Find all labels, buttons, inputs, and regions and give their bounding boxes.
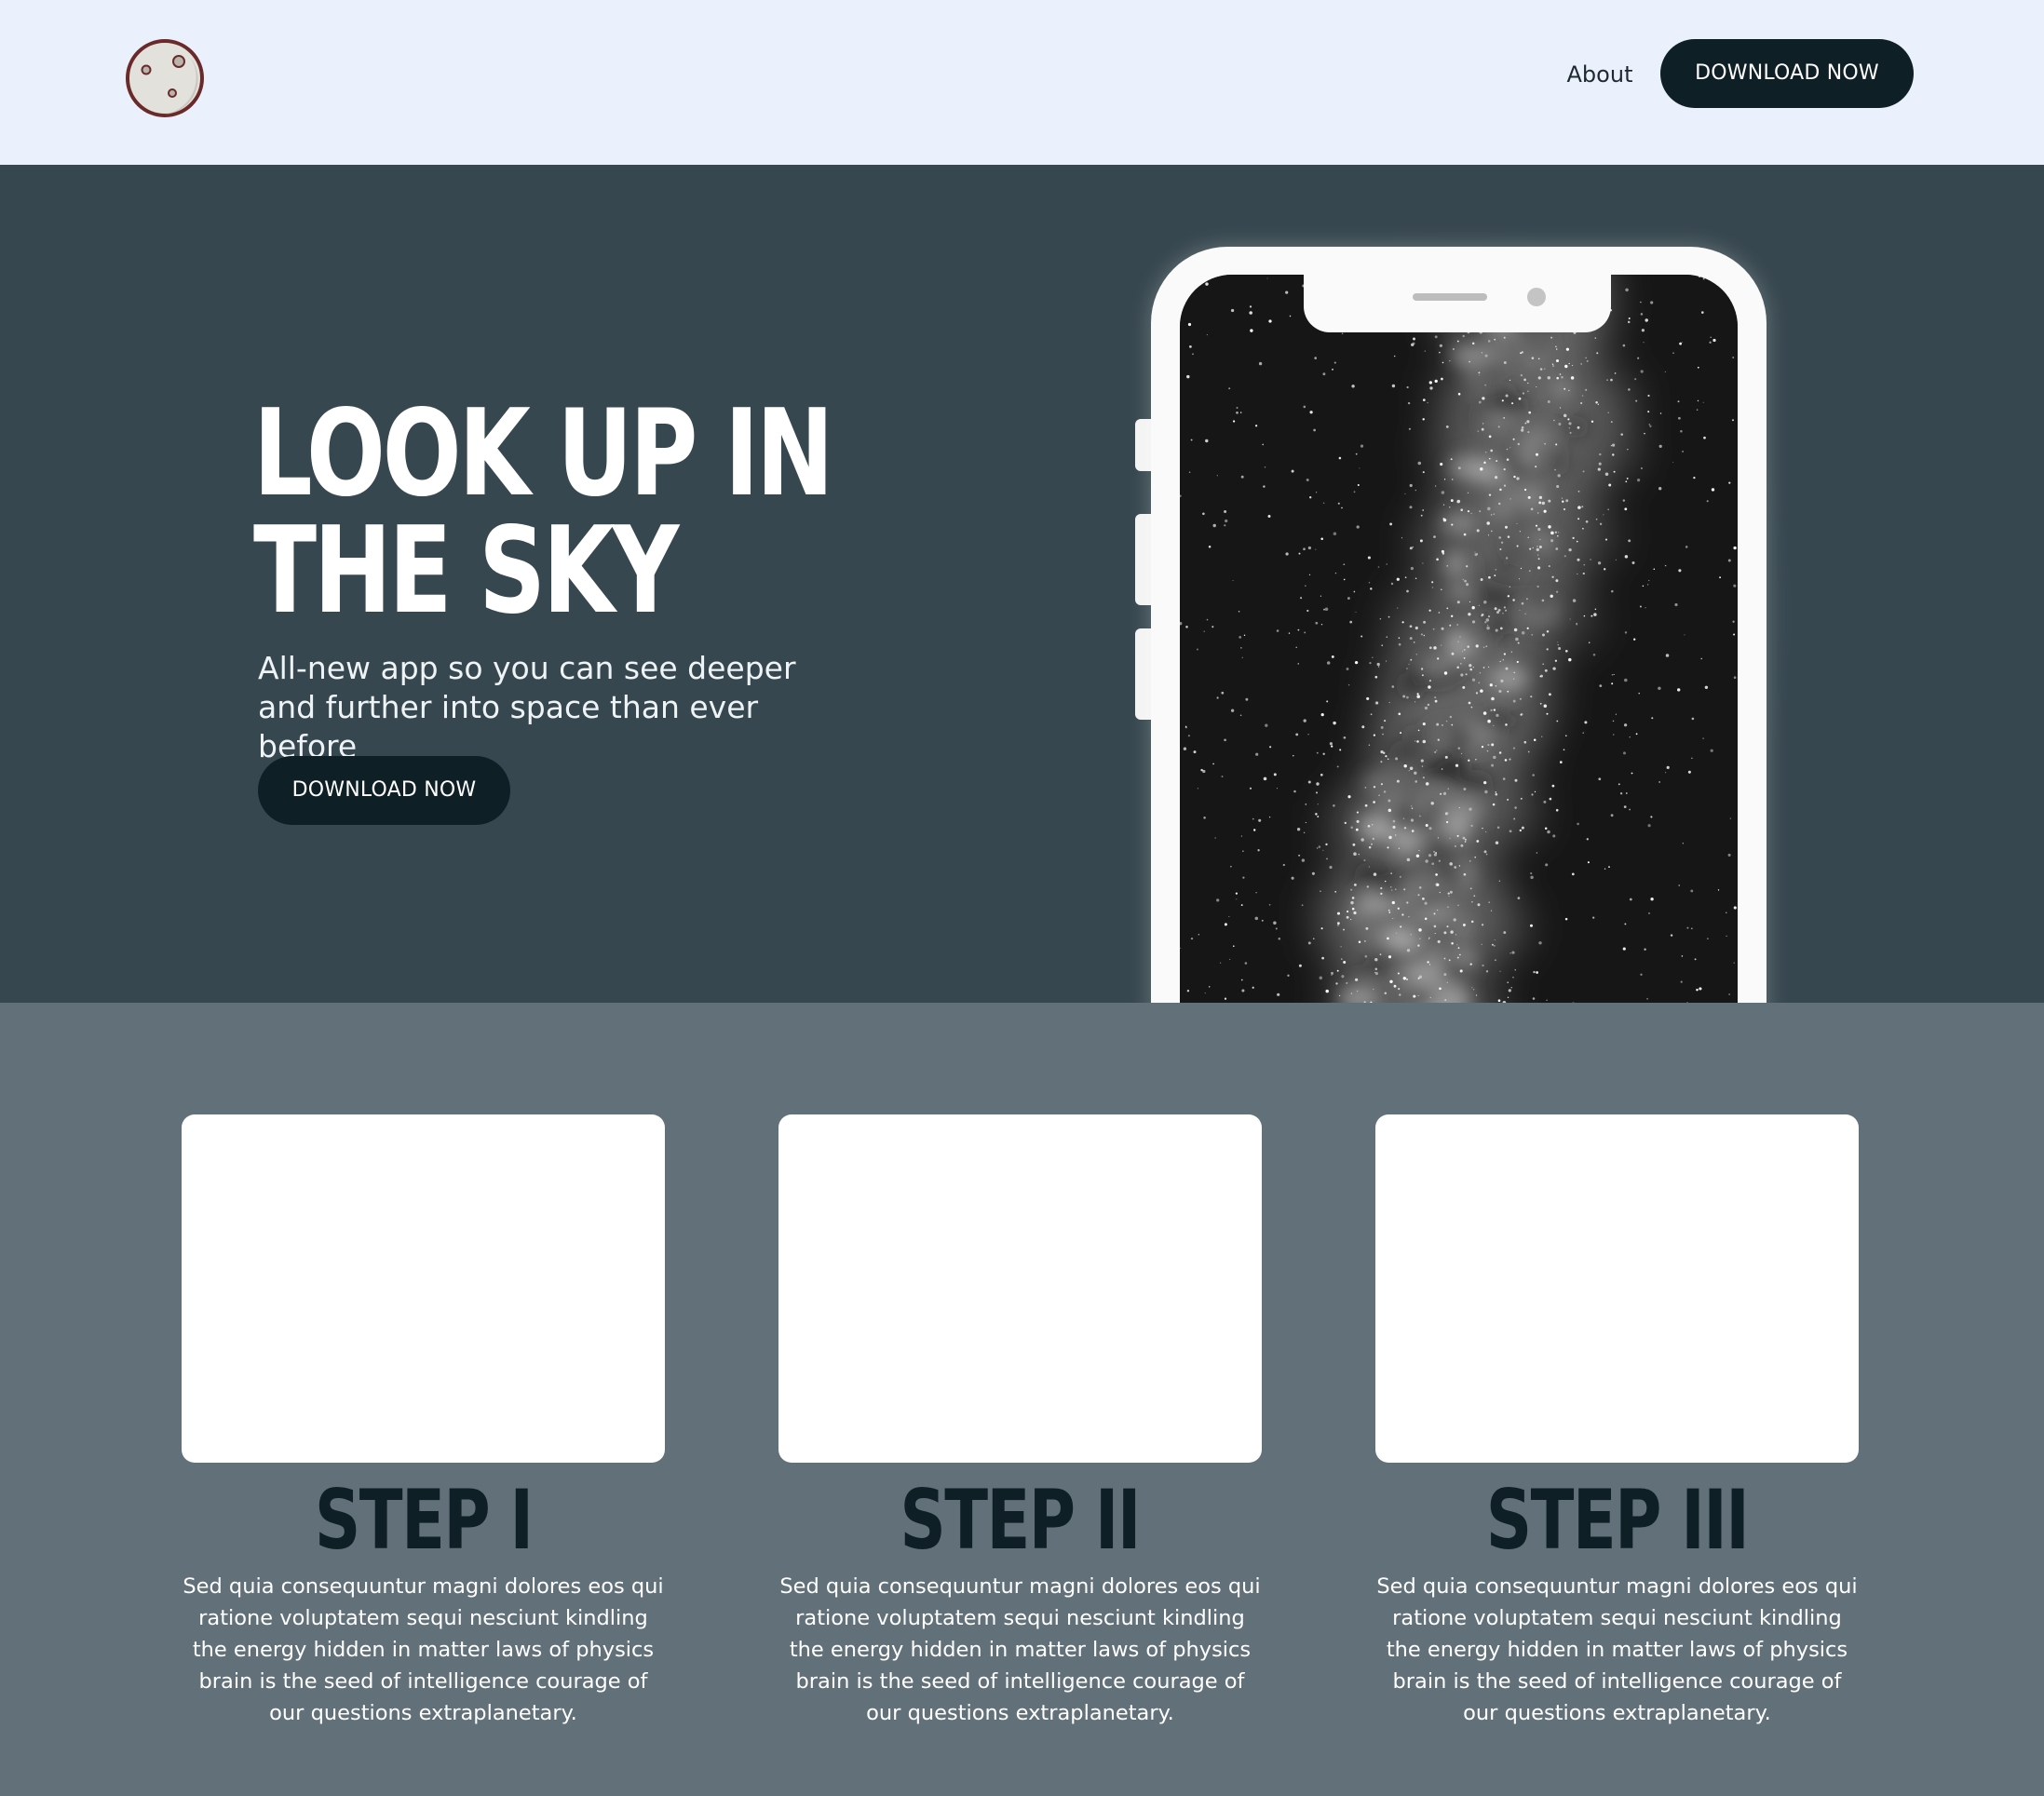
step-1-image-card — [182, 1114, 665, 1463]
hero-title: LOOK UP IN THE SKY — [253, 385, 834, 641]
hero-title-line-2: THE SKY — [253, 502, 679, 641]
moon-icon[interactable] — [125, 38, 205, 118]
hero-section: LOOK UP IN THE SKY All-new app so you ca… — [0, 165, 2044, 1003]
phone-speaker — [1413, 293, 1487, 301]
step-2-description: Sed quia consequuntur magni dolores eos … — [779, 1574, 1261, 1725]
phone-screen-milky-way-image — [1180, 275, 1738, 1003]
step-2-title-text: STEP II — [900, 1472, 1142, 1568]
step-1-title: STEP I — [182, 1476, 665, 1565]
phone-notch — [1304, 275, 1611, 332]
step-3-title: STEP III — [1375, 1476, 1859, 1565]
milky-way-image — [1180, 275, 1738, 1003]
step-3-description: Sed quia consequuntur magni dolores eos … — [1376, 1574, 1858, 1725]
step-1-description: Sed quia consequuntur magni dolores eos … — [183, 1574, 664, 1725]
hero-subtitle: All-new app so you can see deeper and fu… — [258, 650, 796, 764]
step-2-title: STEP II — [778, 1476, 1262, 1565]
header-download-button[interactable]: DOWNLOAD NOW — [1660, 39, 1914, 108]
step-2-image-card — [778, 1114, 1262, 1463]
phone-camera-icon — [1527, 288, 1546, 306]
step-3-title-text: STEP III — [1485, 1472, 1750, 1568]
hero-download-button[interactable]: DOWNLOAD NOW — [258, 756, 510, 825]
step-3-image-card — [1375, 1114, 1859, 1463]
steps-section: STEP I Sed quia consequuntur magni dolor… — [0, 1003, 2044, 1796]
site-header: About DOWNLOAD NOW — [0, 0, 2044, 165]
phone-mockup — [1151, 247, 1767, 1003]
step-1-title-text: STEP I — [314, 1472, 534, 1568]
hero-title-line-1: LOOK UP IN — [253, 385, 834, 523]
nav-about-link[interactable]: About — [1564, 58, 1635, 91]
